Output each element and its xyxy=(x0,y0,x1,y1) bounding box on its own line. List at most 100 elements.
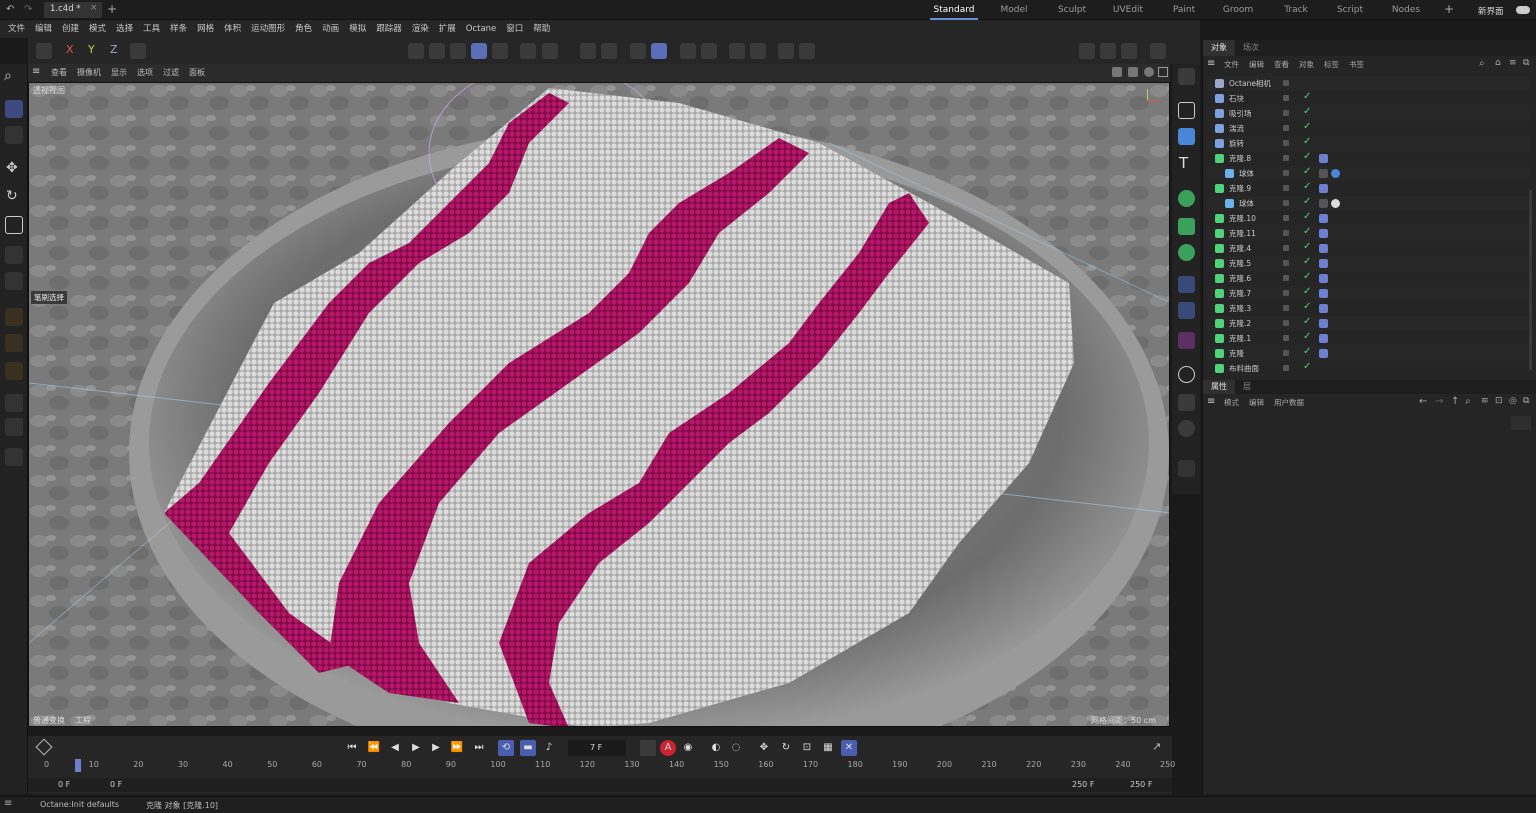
field-icon[interactable] xyxy=(1178,302,1195,319)
environment-icon[interactable] xyxy=(1178,366,1195,383)
object-menu-item-1[interactable]: 编辑 xyxy=(1244,58,1269,72)
pen-tool-icon[interactable] xyxy=(5,334,23,352)
menu-item-8[interactable]: 体积 xyxy=(219,20,246,38)
render-settings-button[interactable] xyxy=(1121,43,1137,59)
menu-item-12[interactable]: 模拟 xyxy=(344,20,371,38)
menu-item-6[interactable]: 样条 xyxy=(165,20,192,38)
layout-tab-standard[interactable]: Standard xyxy=(930,0,978,20)
range-end-a[interactable]: 250 F xyxy=(1072,780,1094,789)
attribute-panel-tab-1[interactable]: 层 xyxy=(1235,380,1259,394)
viewport-menu-item-1[interactable]: 摄像机 xyxy=(72,64,106,82)
visibility-dots[interactable] xyxy=(1283,320,1289,326)
object-row[interactable]: 克隆 ✓ xyxy=(1207,346,1529,361)
enabled-check-icon[interactable]: ✓ xyxy=(1303,286,1311,297)
visibility-dots[interactable] xyxy=(1283,365,1289,371)
document-tab[interactable]: 1.c4d * × xyxy=(44,2,102,18)
visibility-dots[interactable] xyxy=(1283,125,1289,131)
menu-item-9[interactable]: 运动图形 xyxy=(246,20,290,38)
visibility-dots[interactable] xyxy=(1283,230,1289,236)
enabled-check-icon[interactable]: ✓ xyxy=(1303,316,1311,327)
home-icon[interactable]: ⌂ xyxy=(1495,58,1501,68)
visibility-dots[interactable] xyxy=(1283,245,1289,251)
knife-tool-icon[interactable] xyxy=(5,418,23,436)
range-bar[interactable]: 0 F 0 F 250 F 250 F xyxy=(28,778,1172,792)
attribute-menu-item-1[interactable]: 编辑 xyxy=(1244,396,1269,410)
edges-mode-button[interactable] xyxy=(429,43,445,59)
object-row[interactable]: 克隆.7 ✓ xyxy=(1207,286,1529,301)
menu-item-16[interactable]: Octane xyxy=(461,20,502,38)
range-start-b[interactable]: 0 F xyxy=(110,780,122,789)
visibility-dots[interactable] xyxy=(1283,290,1289,296)
pen-icon[interactable] xyxy=(1178,460,1195,477)
enabled-check-icon[interactable]: ✓ xyxy=(1303,301,1311,312)
object-menu-item-5[interactable]: 书签 xyxy=(1344,58,1369,72)
tag-icon[interactable] xyxy=(1319,244,1328,253)
live-selection-tool-icon[interactable] xyxy=(5,100,23,118)
enabled-check-icon[interactable]: ✓ xyxy=(1303,241,1311,252)
object-row[interactable]: 吸引场 ✓ xyxy=(1207,106,1529,121)
playhead[interactable] xyxy=(75,759,82,772)
enabled-check-icon[interactable]: ✓ xyxy=(1303,346,1311,357)
visibility-dots[interactable] xyxy=(1283,80,1289,86)
enabled-check-icon[interactable]: ✓ xyxy=(1303,91,1311,102)
tag-icon[interactable] xyxy=(1319,289,1328,298)
enabled-check-icon[interactable]: ✓ xyxy=(1303,361,1311,372)
viewport-menu-item-2[interactable]: 显示 xyxy=(106,64,132,82)
pan-icon[interactable] xyxy=(1112,67,1122,77)
object-row[interactable]: 克隆.10 ✓ xyxy=(1207,211,1529,226)
visibility-dots[interactable] xyxy=(1283,185,1289,191)
axis-z-button[interactable]: Z xyxy=(110,43,118,56)
magnet-button[interactable] xyxy=(580,43,596,59)
add-layout-icon[interactable]: + xyxy=(1444,2,1454,16)
visibility-dots[interactable] xyxy=(1283,260,1289,266)
layout-tab-sculpt[interactable]: Sculpt xyxy=(1048,0,1096,20)
enabled-check-icon[interactable]: ✓ xyxy=(1303,196,1311,207)
light-icon[interactable] xyxy=(1178,420,1195,437)
tag-icon[interactable] xyxy=(1319,304,1328,313)
forward-arrow-icon[interactable]: → xyxy=(1435,396,1443,407)
enabled-check-icon[interactable]: ✓ xyxy=(1303,211,1311,222)
menu-item-14[interactable]: 渲染 xyxy=(407,20,434,38)
hamburger-icon[interactable]: ≡ xyxy=(1207,396,1215,407)
render-region-button[interactable] xyxy=(701,43,717,59)
clock-button[interactable] xyxy=(1150,43,1166,59)
menu-item-15[interactable]: 扩展 xyxy=(434,20,461,38)
menu-item-1[interactable]: 编辑 xyxy=(30,20,57,38)
toggle-icon[interactable] xyxy=(1516,6,1530,14)
viewport-perspective[interactable]: 透视视图 笔刷选择 普通变换 工程 网格间距：50 cm xyxy=(28,82,1170,727)
tweak-mode-button[interactable] xyxy=(542,43,558,59)
axis-mode-button[interactable] xyxy=(520,43,536,59)
attribute-menu-item-2[interactable]: 用户数据 xyxy=(1269,396,1309,410)
object-row[interactable]: 石块 ✓ xyxy=(1207,91,1529,106)
object-panel-tab-0[interactable]: 对象 xyxy=(1203,40,1235,56)
settings-button[interactable] xyxy=(750,43,766,59)
object-row[interactable]: 球体 ✓ xyxy=(1207,196,1529,211)
filter-icon[interactable]: ≡ xyxy=(1481,396,1489,406)
viewport-menu-item-4[interactable]: 过滤 xyxy=(158,64,184,82)
tag-icon[interactable] xyxy=(1319,349,1328,358)
enabled-check-icon[interactable]: ✓ xyxy=(1303,106,1311,117)
new-window-icon[interactable]: ⧉ xyxy=(1523,396,1529,406)
object-panel-tab-1[interactable]: 场次 xyxy=(1235,40,1267,56)
enabled-check-icon[interactable]: ✓ xyxy=(1303,151,1311,162)
hamburger-icon[interactable]: ≡ xyxy=(4,798,12,809)
coordinate-system-button[interactable] xyxy=(130,43,146,59)
maximize-view-icon[interactable] xyxy=(1158,67,1168,77)
tag-icon[interactable] xyxy=(1319,274,1328,283)
undo-view-button[interactable] xyxy=(36,43,52,59)
primitive-cube-icon[interactable] xyxy=(1178,128,1195,145)
back-arrow-icon[interactable]: ← xyxy=(1419,396,1427,407)
tag-icon[interactable] xyxy=(1319,229,1328,238)
render-view-button[interactable] xyxy=(680,43,696,59)
viewport-menu-item-5[interactable]: 面板 xyxy=(184,64,210,82)
axis-y-button[interactable]: Y xyxy=(88,43,95,56)
tag-icon[interactable] xyxy=(1319,214,1328,223)
text-tool-icon[interactable]: T xyxy=(1179,154,1188,172)
visibility-dots[interactable] xyxy=(1283,170,1289,176)
cube-icon[interactable] xyxy=(1178,102,1195,119)
object-menu-item-2[interactable]: 查看 xyxy=(1269,58,1294,72)
brush-tool-icon[interactable] xyxy=(5,394,23,412)
object-row[interactable]: 克隆.3 ✓ xyxy=(1207,301,1529,316)
visibility-dots[interactable] xyxy=(1283,335,1289,341)
layout-tab-paint[interactable]: Paint xyxy=(1160,0,1208,20)
